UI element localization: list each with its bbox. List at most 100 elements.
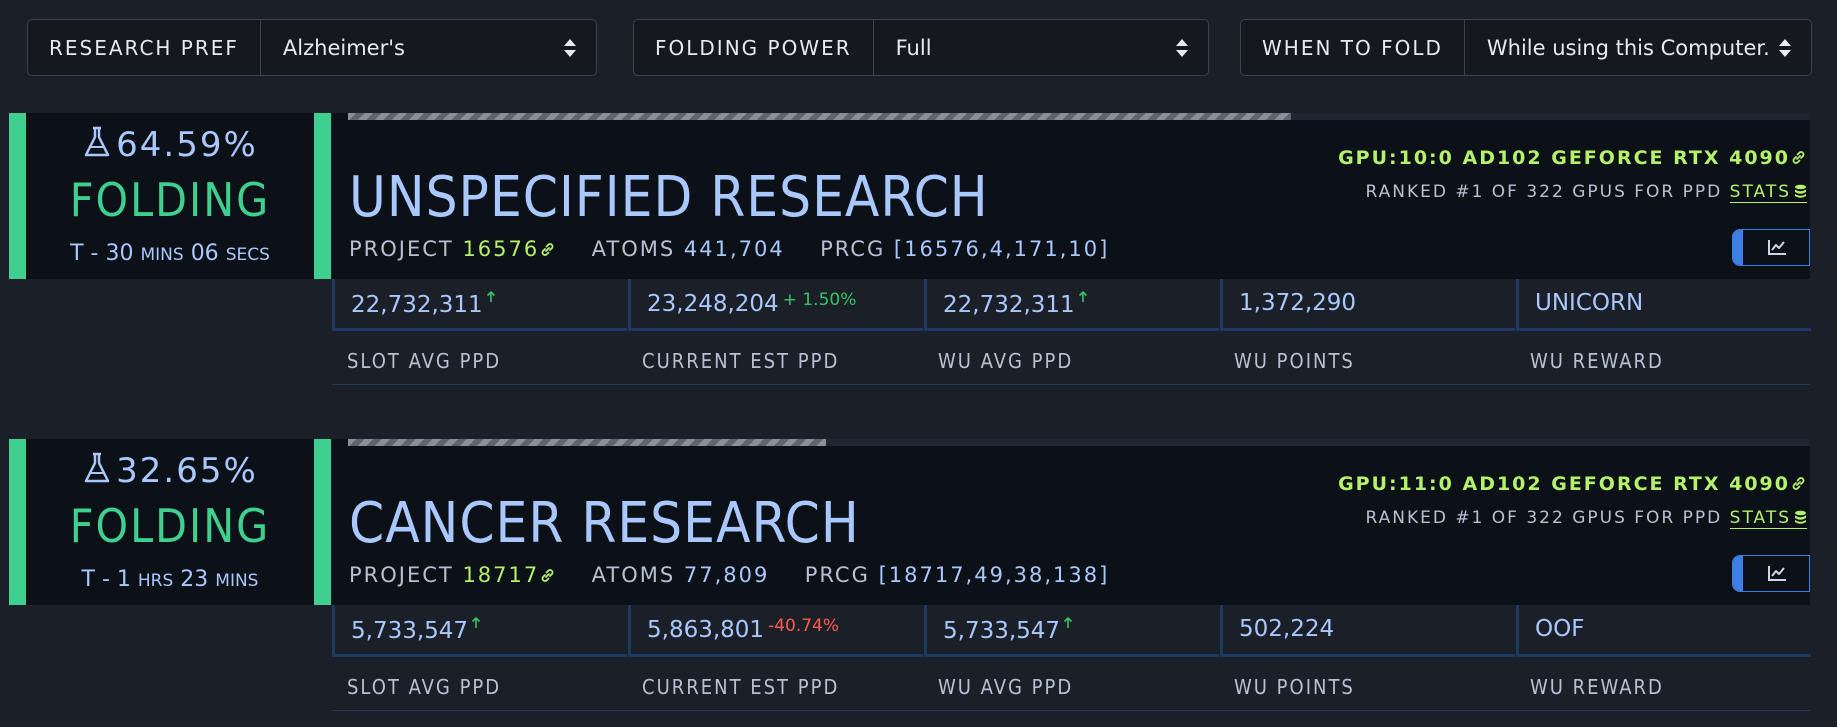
gpu-link[interactable]: GPU:11:0 AD102 GEFORCE RTX 4090: [1338, 473, 1807, 495]
wu-avg-ppd-cell: 5,733,547: [924, 605, 1219, 657]
ppd-labels-row: SLOT AVG PPD CURRENT EST PPD WU AVG PPD …: [332, 657, 1810, 711]
research-title: UNSPECIFIED RESEARCH: [349, 165, 989, 230]
project-link[interactable]: 16576: [462, 237, 556, 261]
work-unit-meta: PROJECT 16576 ATOMS 441,704 PRCG [16576,…: [349, 237, 1109, 261]
wu-reward-value: OOF: [1535, 616, 1585, 642]
research-pref-select[interactable]: Alzheimer's: [261, 20, 596, 75]
slot-state: FOLDING: [69, 173, 271, 227]
slot-avg-ppd-label: SLOT AVG PPD: [347, 675, 502, 699]
line-chart-icon: [1768, 566, 1786, 581]
prcg-value: [16576,4,171,10]: [893, 237, 1110, 261]
database-icon: [1795, 510, 1806, 524]
ppd-stats-row: 22,732,311 23,248,204 + 1.50% 22,732,311 …: [332, 279, 1811, 331]
link-icon: [1792, 477, 1805, 490]
rank-text: RANKED #1 OF 322 GPUS FOR PPD: [1365, 182, 1723, 202]
current-est-ppd-cell: 23,248,204 + 1.50%: [628, 279, 923, 331]
folding-slot: 64.59% FOLDING T - 30 MINS 06 SECS UNSPE…: [0, 111, 1837, 391]
progress-fill: [348, 113, 1291, 120]
wu-avg-ppd-value: 22,732,311: [943, 290, 1088, 318]
wu-avg-ppd-number: 22,732,311: [943, 292, 1075, 318]
wu-avg-ppd-label: WU AVG PPD: [938, 349, 1074, 373]
atoms-label: ATOMS: [591, 563, 676, 587]
ppd-change: -40.74%: [768, 616, 840, 636]
ppd-change: + 1.50%: [782, 290, 857, 310]
prcg-label: PRCG: [820, 237, 886, 261]
chart-button[interactable]: [1732, 229, 1810, 266]
slot-status-panel: 32.65% FOLDING T - 1 HRS 23 MINS: [9, 439, 331, 605]
eta-value-1: 1: [116, 567, 131, 592]
wu-points-value: 502,224: [1239, 616, 1335, 642]
eta: T - 1 HRS 23 MINS: [26, 567, 314, 592]
when-to-fold-control: WHEN TO FOLD While using this Computer.: [1240, 19, 1812, 76]
progress-bar: [348, 113, 1810, 120]
status-accent-bar: [9, 439, 26, 605]
progress-bar: [348, 439, 1810, 446]
stats-label: STATS: [1729, 508, 1791, 528]
eta-value-1: 30: [105, 241, 134, 266]
rank-text: RANKED #1 OF 322 GPUS FOR PPD: [1365, 508, 1723, 528]
slot-status-panel: 64.59% FOLDING T - 30 MINS 06 SECS: [9, 113, 331, 279]
wu-reward-label: WU REWARD: [1530, 349, 1664, 373]
slot-avg-ppd-number: 5,733,547: [351, 618, 469, 644]
status-accent-bar: [314, 113, 331, 279]
gpu-link[interactable]: GPU:10:0 AD102 GEFORCE RTX 4090: [1338, 147, 1807, 169]
wu-points-value: 1,372,290: [1239, 290, 1357, 316]
progress-percent: 64.59%: [26, 125, 314, 165]
project-link[interactable]: 18717: [462, 563, 556, 587]
chart-button-edge: [1733, 230, 1743, 265]
when-to-fold-value: While using this Computer.: [1486, 35, 1770, 60]
select-arrows-icon: [564, 38, 576, 57]
research-pref-label: RESEARCH PREF: [28, 20, 261, 75]
eta-value-2: 06: [190, 241, 219, 266]
wu-avg-ppd-cell: 22,732,311: [924, 279, 1219, 331]
current-est-ppd-value: 5,863,801 -40.74%: [647, 616, 839, 643]
line-chart-icon: [1768, 240, 1786, 255]
flask-icon: [84, 452, 110, 483]
gpu-rank: RANKED #1 OF 322 GPUS FOR PPD STATS: [1365, 508, 1807, 529]
project-number: 18717: [462, 563, 540, 587]
when-to-fold-select[interactable]: While using this Computer.: [1465, 20, 1811, 75]
eta-unit-2: SECS: [225, 245, 270, 265]
stats-label: STATS: [1729, 182, 1791, 202]
when-to-fold-label: WHEN TO FOLD: [1241, 20, 1465, 75]
stats-link[interactable]: STATS: [1729, 182, 1807, 203]
atoms-label: ATOMS: [591, 237, 676, 261]
slot-info-panel: UNSPECIFIED RESEARCH PROJECT 16576 ATOMS…: [332, 113, 1810, 279]
folding-slot: 32.65% FOLDING T - 1 HRS 23 MINS CANCER …: [0, 437, 1837, 717]
progress-fill: [348, 439, 827, 446]
project-label: PROJECT: [349, 237, 454, 261]
current-est-ppd-label: CURRENT EST PPD: [642, 349, 840, 373]
preferences-bar: RESEARCH PREF Alzheimer's FOLDING POWER …: [27, 19, 1812, 76]
link-icon: [541, 569, 554, 582]
stats-link[interactable]: STATS: [1729, 508, 1807, 529]
prcg-value: [18717,49,38,138]: [878, 563, 1110, 587]
wu-reward-label: WU REWARD: [1530, 675, 1664, 699]
work-unit-meta: PROJECT 18717 ATOMS 77,809 PRCG [18717,4…: [349, 563, 1109, 587]
flask-icon: [84, 126, 110, 157]
folding-power-value: Full: [895, 35, 932, 60]
folding-power-control: FOLDING POWER Full: [633, 19, 1209, 76]
research-title: CANCER RESEARCH: [349, 491, 860, 556]
current-est-ppd-label: CURRENT EST PPD: [642, 675, 840, 699]
current-est-ppd-number: 5,863,801: [647, 617, 765, 643]
chart-button[interactable]: [1732, 555, 1810, 592]
wu-points-label: WU POINTS: [1234, 675, 1355, 699]
select-arrows-icon: [1176, 38, 1188, 57]
project-number: 16576: [462, 237, 540, 261]
arrow-up-icon: [471, 616, 481, 628]
link-icon: [1792, 151, 1805, 164]
gpu-name: GPU:10:0 AD102 GEFORCE RTX 4090: [1338, 147, 1790, 169]
link-icon: [541, 243, 554, 256]
eta-value-2: 23: [180, 567, 209, 592]
eta-unit-1: HRS: [137, 571, 174, 591]
percent-value: 64.59%: [116, 125, 258, 165]
current-est-ppd-cell: 5,863,801 -40.74%: [628, 605, 923, 657]
gpu-name: GPU:11:0 AD102 GEFORCE RTX 4090: [1338, 473, 1790, 495]
wu-avg-ppd-value: 5,733,547: [943, 616, 1073, 644]
database-icon: [1795, 184, 1806, 198]
folding-power-select[interactable]: Full: [874, 20, 1208, 75]
arrow-up-icon: [1063, 616, 1073, 628]
wu-avg-ppd-label: WU AVG PPD: [938, 675, 1074, 699]
current-est-ppd-number: 23,248,204: [647, 291, 779, 317]
wu-points-label: WU POINTS: [1234, 349, 1355, 373]
